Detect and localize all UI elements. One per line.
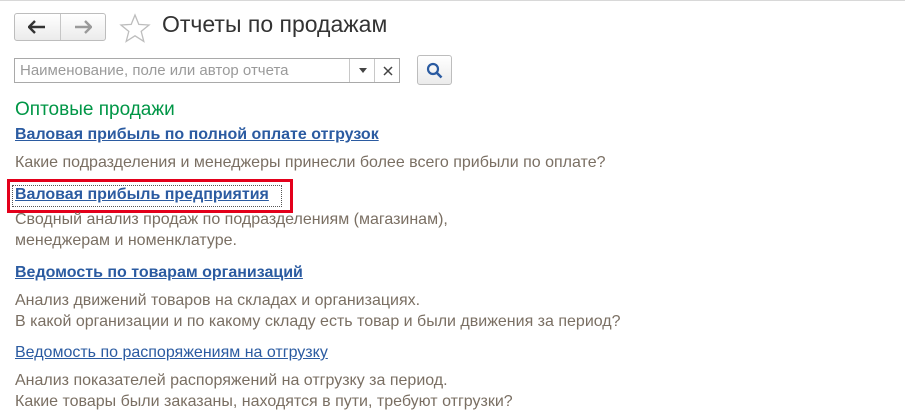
arrow-left-icon — [28, 20, 46, 34]
search-clear-button[interactable] — [374, 59, 400, 82]
report-link[interactable]: Ведомость по товарам организаций — [15, 264, 303, 282]
report-description-line: Сводный анализ продаж по подразделениям … — [15, 211, 448, 228]
navigation-buttons — [14, 13, 106, 41]
report-description-line: Какие товары были заказаны, находятся в … — [15, 393, 513, 410]
report-link-highlighted[interactable]: Валовая прибыль предприятия — [15, 186, 269, 204]
search-field — [14, 58, 400, 83]
find-button[interactable] — [417, 55, 452, 85]
back-button[interactable] — [15, 14, 60, 40]
report-description-line: Анализ движений товаров на складах и орг… — [15, 292, 421, 309]
group-title: Оптовые продажи — [15, 99, 175, 120]
search-input[interactable] — [15, 59, 349, 82]
x-icon — [382, 65, 393, 76]
magnifier-icon — [426, 62, 443, 78]
report-description-line: Анализ показателей распоряжений на отгру… — [15, 372, 448, 389]
page-title: Отчеты по продажам — [162, 11, 388, 37]
report-link[interactable]: Валовая прибыль по полной оплате отгрузо… — [15, 126, 379, 144]
report-description-line: В какой организации и по какому складу е… — [15, 313, 621, 330]
report-description-line: менеджерам и номенклатуре. — [15, 232, 237, 249]
forward-button[interactable] — [59, 14, 106, 40]
favorite-star-icon[interactable] — [119, 13, 151, 48]
arrow-right-icon — [74, 20, 92, 34]
report-link[interactable]: Ведомость по распоряжениям на отгрузку — [15, 344, 328, 362]
search-dropdown-button[interactable] — [349, 59, 375, 82]
triangle-down-icon — [358, 68, 367, 73]
window-top-border — [0, 0, 905, 1]
report-description: Какие подразделения и менеджеры принесли… — [15, 154, 606, 171]
